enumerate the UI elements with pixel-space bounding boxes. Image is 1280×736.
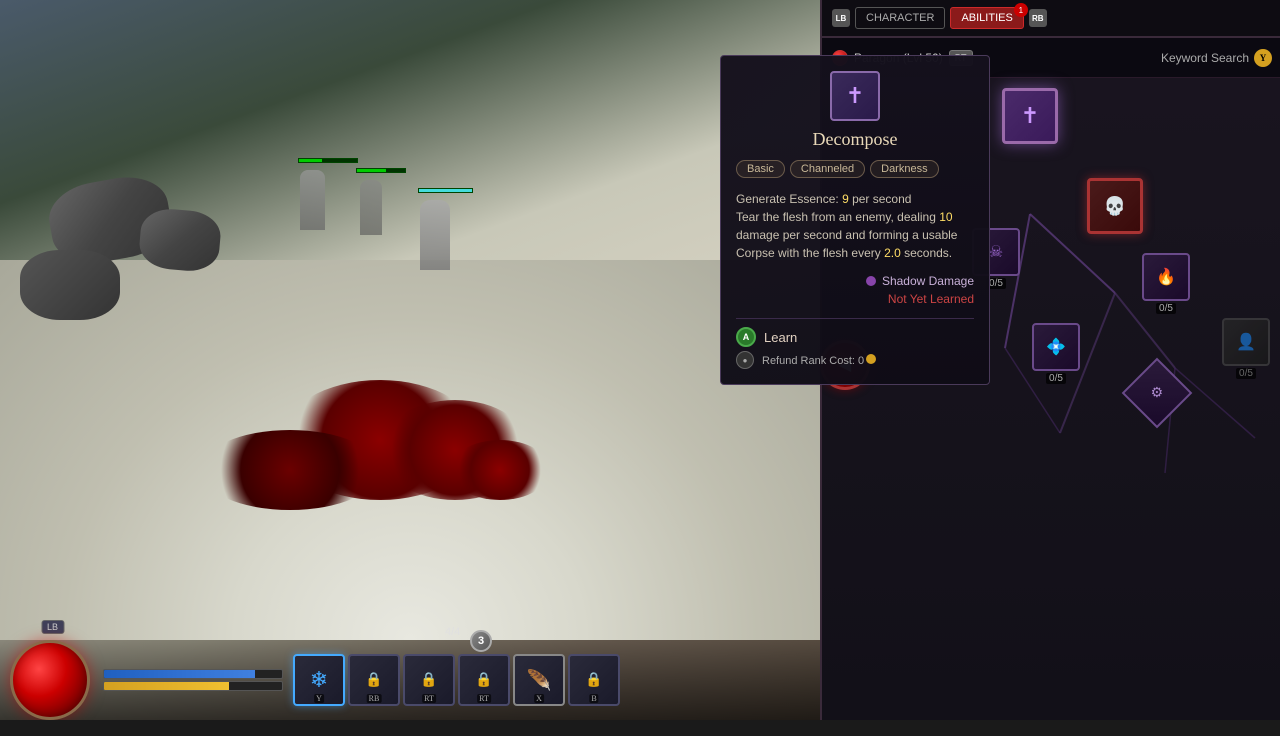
mana-fill xyxy=(104,670,255,678)
node-icon-6: 👤 xyxy=(1222,318,1270,366)
player-health-fill xyxy=(419,189,472,192)
key-hint-6: B xyxy=(589,694,598,703)
skill-slot-4[interactable]: 🔒 RT xyxy=(458,654,510,706)
node-count-4: 0/5 xyxy=(1046,373,1066,384)
shadow-damage-dot xyxy=(866,276,876,286)
skill-slot-3[interactable]: 🔒 RT xyxy=(403,654,455,706)
refund-text: Refund Rank Cost: 0 xyxy=(762,354,876,367)
enemy-health-bar-bg xyxy=(298,158,358,163)
lock-icon-6: 🔒 xyxy=(585,672,602,689)
tooltip-panel: ✝ Decompose Basic Channeled Darkness Gen… xyxy=(720,55,990,385)
keyword-search[interactable]: Keyword Search Y xyxy=(1161,49,1272,67)
skill-icon-glyph: ✝ xyxy=(846,83,864,109)
skill-bar: ❄ Y 🔒 RB 🔒 RT 🔒 RT 🪶 X xyxy=(293,654,810,706)
tooltip-tags: Basic Channeled Darkness xyxy=(736,160,974,178)
lock-icon-3: 🔒 xyxy=(420,672,437,689)
skill-slot-2[interactable]: 🔒 RB xyxy=(348,654,400,706)
lock-icon-2: 🔒 xyxy=(365,672,382,689)
node-4[interactable]: 💠 0/5 xyxy=(1032,323,1080,384)
node-5[interactable]: ⚙ xyxy=(1132,368,1182,418)
key-hint-3: RT xyxy=(422,694,436,703)
character-tab-label: CHARACTER xyxy=(866,12,934,24)
tooltip-description: Generate Essence: 9 per second Tear the … xyxy=(736,190,974,262)
skill-slot-5[interactable]: 🪶 X xyxy=(513,654,565,706)
node-count-6: 0/5 xyxy=(1236,368,1256,379)
skill-icon-5: 🪶 xyxy=(527,668,552,693)
keyword-search-text: Keyword Search xyxy=(1161,51,1249,65)
damage-value: 10 xyxy=(939,210,952,224)
node-icon-decompose: ✝ xyxy=(1002,88,1058,144)
node-icon-5: ⚙ xyxy=(1122,358,1193,429)
health-orb-container: LB xyxy=(10,640,95,720)
hud-bar: LB 4/4 ❄ Y 🔒 RB xyxy=(0,640,820,720)
game-viewport: LB 4/4 ❄ Y 🔒 RB xyxy=(0,0,820,720)
blood-splatter xyxy=(450,440,550,500)
node-icon-1: 💀 xyxy=(1087,178,1143,234)
tooltip-divider xyxy=(736,318,974,319)
gold-icon-refund xyxy=(866,354,876,364)
enemy-health-fill xyxy=(357,169,386,172)
page-number: 3 xyxy=(478,635,484,647)
key-hint-4: RT xyxy=(477,694,491,703)
cooldown-value: 2.0 xyxy=(884,246,901,260)
blood-splatter xyxy=(200,430,380,510)
tooltip-damage-type: Shadow Damage xyxy=(736,274,974,288)
node-decompose[interactable]: ✝ xyxy=(1002,88,1058,144)
search-circle-btn[interactable]: Y xyxy=(1254,49,1272,67)
skill-slot-6[interactable]: 🔒 B xyxy=(568,654,620,706)
lb-indicator: LB xyxy=(41,620,64,634)
top-nav: LB CHARACTER ABILITIES 1 RB xyxy=(822,0,1280,38)
lock-icon-4: 🔒 xyxy=(475,672,492,689)
damage-type-text: Shadow Damage xyxy=(882,274,974,288)
tooltip-icon-header: ✝ xyxy=(736,71,974,121)
tag-channeled: Channeled xyxy=(790,160,865,178)
learn-row: A Learn xyxy=(736,327,974,347)
lb-button[interactable]: LB xyxy=(832,9,850,27)
node-icon-3: 🔥 xyxy=(1142,253,1190,301)
skill-points-indicator: 1 xyxy=(1014,3,1028,17)
learn-label: Learn xyxy=(764,330,797,345)
skill-icon-large: ✝ xyxy=(830,71,880,121)
skill-slot-1[interactable]: ❄ Y xyxy=(293,654,345,706)
abilities-tab-label: ABILITIES xyxy=(961,12,1012,24)
hp-counter: 4/4 xyxy=(445,626,460,638)
key-hint-2: RB xyxy=(367,694,382,703)
rock xyxy=(20,250,120,320)
rb-button[interactable]: RB xyxy=(1029,9,1047,27)
key-hint-5: X xyxy=(534,694,544,703)
btn-a-learn[interactable]: A xyxy=(736,327,756,347)
essence-value: 9 xyxy=(842,192,849,206)
health-orb xyxy=(10,640,90,720)
node-6[interactable]: 👤 0/5 xyxy=(1222,318,1270,379)
node-icon-4: 💠 xyxy=(1032,323,1080,371)
stamina-bar xyxy=(103,681,283,691)
mana-bar xyxy=(103,669,283,679)
enemy-health-bar-bg xyxy=(356,168,406,173)
tag-darkness: Darkness xyxy=(870,160,938,178)
player-health-bar-bg xyxy=(418,188,473,193)
node-1[interactable]: 💀 xyxy=(1087,178,1143,234)
enemy-silhouette xyxy=(360,180,382,235)
hp-current: 4 xyxy=(445,626,451,638)
tooltip-title: Decompose xyxy=(736,129,974,150)
btn-refund-circle: ● xyxy=(736,351,754,369)
page-indicator: 3 xyxy=(470,630,492,652)
enemy-silhouette xyxy=(300,170,325,230)
node-count-3: 0/5 xyxy=(1156,303,1176,314)
abilities-tab[interactable]: ABILITIES 1 xyxy=(950,7,1023,29)
stamina-fill xyxy=(104,682,229,690)
skill-icon-1: ❄ xyxy=(310,667,328,693)
not-learned-text: Not Yet Learned xyxy=(736,292,974,306)
character-silhouette xyxy=(420,200,450,270)
refund-row: ● Refund Rank Cost: 0 xyxy=(736,351,974,369)
character-tab[interactable]: CHARACTER xyxy=(855,7,945,29)
hp-max: 4 xyxy=(454,626,460,638)
refund-label: Refund Rank Cost: 0 xyxy=(762,355,864,367)
resource-bars xyxy=(103,669,283,691)
tag-basic: Basic xyxy=(736,160,785,178)
key-hint-1: Y xyxy=(314,694,324,703)
node-3[interactable]: 🔥 0/5 xyxy=(1142,253,1190,314)
enemy-health-fill xyxy=(299,159,322,162)
